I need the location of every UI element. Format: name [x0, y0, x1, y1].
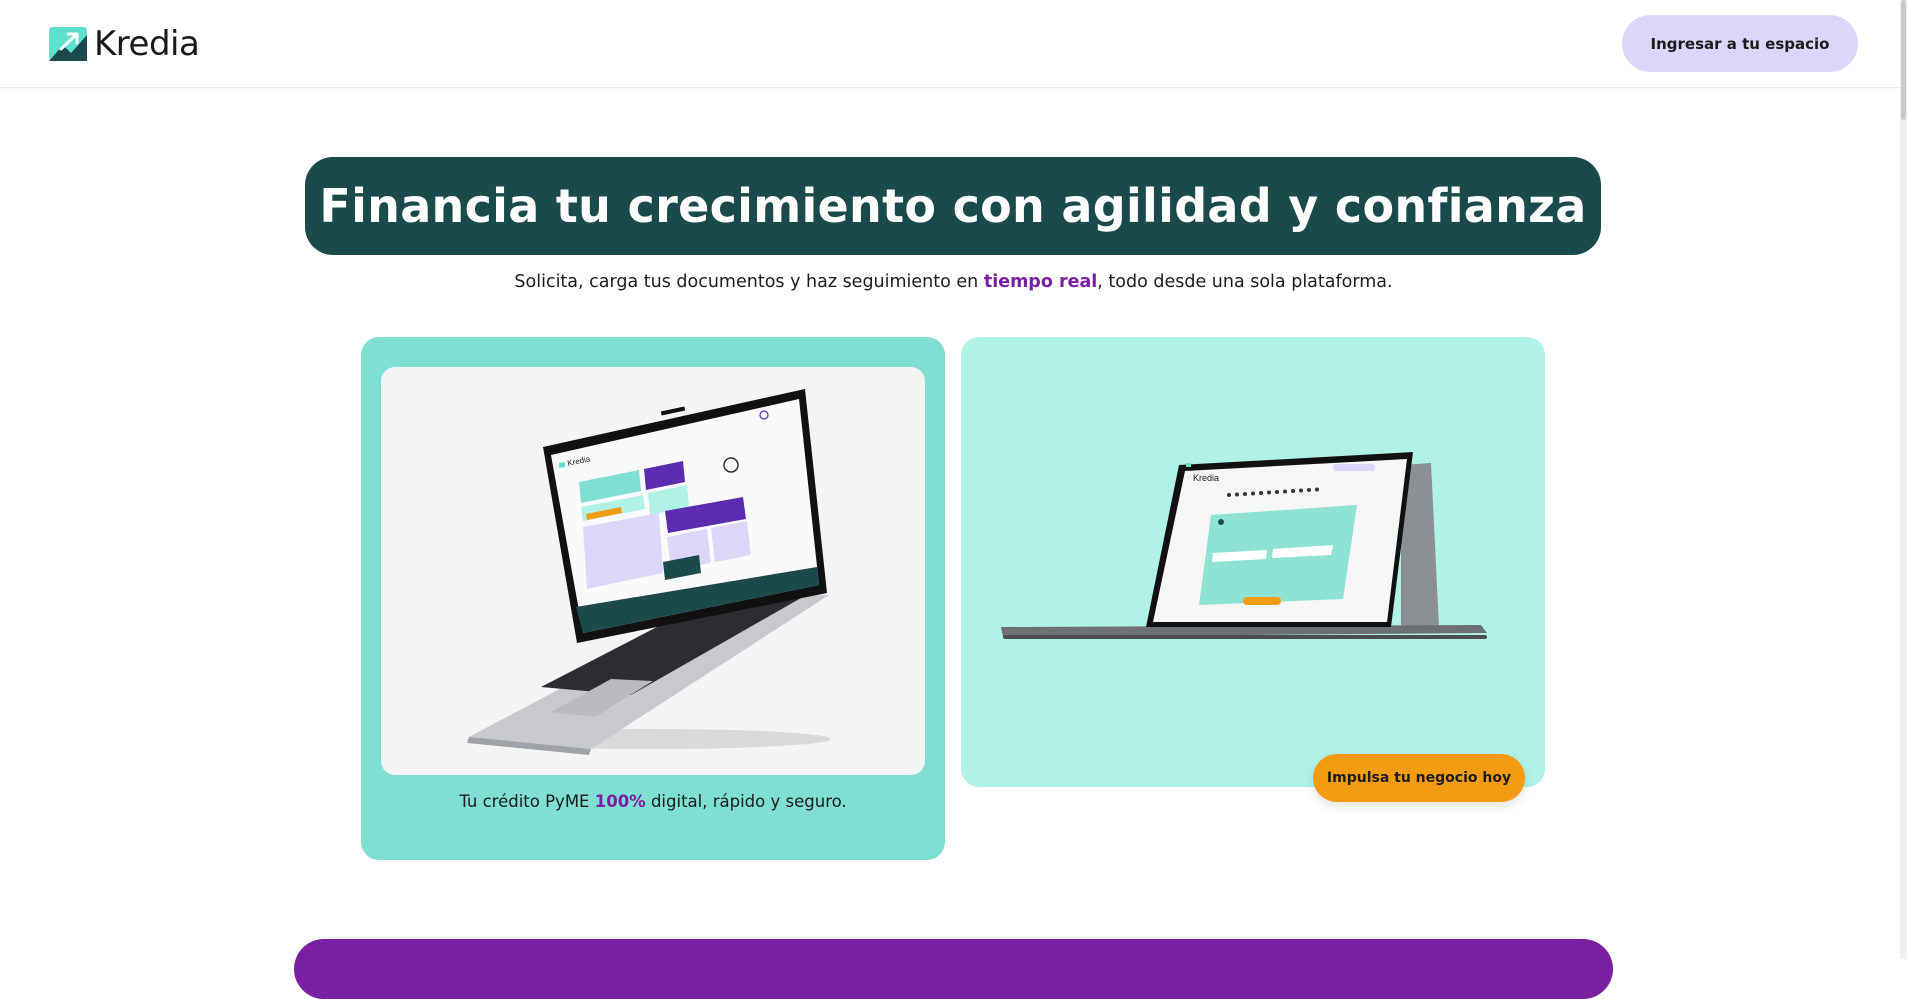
laptop-dashboard-illustration: Kredia	[467, 389, 831, 755]
laptop-dashboard-image: Kredia	[381, 367, 925, 775]
hero-banner: Financia tu crecimiento con agilidad y c…	[305, 157, 1601, 255]
hero-subtitle-highlight: tiempo real	[983, 272, 1098, 292]
caption-highlight: 100%	[594, 792, 646, 811]
feature-card-form: Kredia	[961, 337, 1545, 787]
brand-logo[interactable]: Kredia	[49, 24, 200, 64]
page-scrollbar[interactable]	[1900, 0, 1907, 959]
feature-card-digital: Kredia Tu crédito PyME 100% digital, ráp…	[361, 337, 945, 860]
next-section-banner	[294, 939, 1613, 999]
scrollbar-thumb[interactable]	[1901, 0, 1906, 120]
laptop-form-image: Kredia	[1001, 452, 1487, 639]
kredia-logo-icon	[49, 27, 87, 61]
hero-subtitle-text: Solicita, carga tus documentos y haz seg…	[514, 272, 984, 292]
caption-text: Tu crédito PyME	[459, 792, 595, 811]
hero-subtitle: Solicita, carga tus documentos y haz seg…	[0, 272, 1907, 292]
brand-name: Kredia	[94, 24, 200, 64]
top-nav: Kredia Ingresar a tu espacio	[0, 0, 1907, 87]
card-left-caption: Tu crédito PyME 100% digital, rápido y s…	[361, 792, 945, 811]
screen-brand-right: Kredia	[1193, 473, 1219, 483]
cta-button[interactable]: Impulsa tu negocio hoy	[1313, 754, 1525, 802]
login-button[interactable]: Ingresar a tu espacio	[1622, 15, 1858, 72]
hero-subtitle-text-end: , todo desde una sola plataforma.	[1097, 272, 1393, 292]
hero-title: Financia tu crecimiento con agilidad y c…	[319, 179, 1587, 233]
caption-text-end: digital, rápido y seguro.	[645, 792, 847, 811]
